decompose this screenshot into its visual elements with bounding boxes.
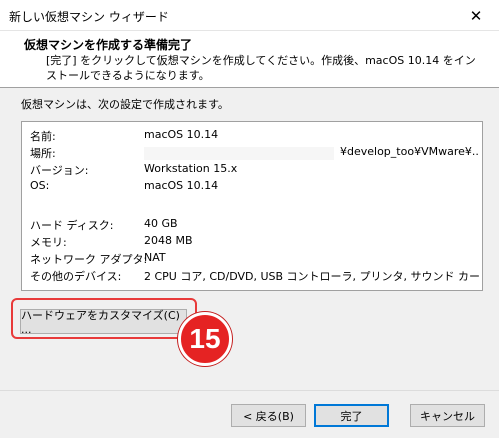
summary-label: 名前:	[30, 130, 56, 143]
finish-button[interactable]: 完了	[314, 404, 389, 427]
summary-row-location: 場所: ¥develop_too¥VMware¥...	[30, 145, 480, 162]
title-bar: 新しい仮想マシン ウィザード ✕	[0, 0, 499, 31]
annotation-step-badge: 15	[178, 312, 232, 366]
summary-value: NAT	[144, 251, 166, 264]
summary-intro: 仮想マシンは、次の設定で作成されます。	[21, 98, 229, 111]
summary-label: ハード ディスク:	[30, 219, 114, 232]
summary-row-devices: その他のデバイス: 2 CPU コア, CD/DVD, USB コントローラ, …	[30, 268, 480, 285]
summary-row-os: OS: macOS 10.14	[30, 179, 480, 196]
summary-label: OS:	[30, 179, 50, 192]
summary-label: メモリ:	[30, 236, 67, 249]
summary-value: macOS 10.14	[144, 128, 219, 141]
settings-summary: 名前: macOS 10.14 場所: ¥develop_too¥VMware¥…	[21, 121, 483, 291]
customize-hardware-button[interactable]: ハードウェアをカスタマイズ(C) ...	[20, 309, 187, 336]
window-title: 新しい仮想マシン ウィザード	[9, 10, 169, 24]
summary-row-memory: メモリ: 2048 MB	[30, 234, 480, 251]
redacted-path	[144, 147, 334, 160]
back-button[interactable]: < 戻る(B)	[231, 404, 306, 427]
cancel-button[interactable]: キャンセル	[410, 404, 485, 427]
summary-label: 場所:	[30, 147, 56, 160]
summary-value: Workstation 15.x	[144, 162, 238, 175]
summary-value: ¥develop_too¥VMware¥...	[340, 145, 480, 158]
footer-divider	[0, 390, 499, 391]
page-description: [完了] をクリックして仮想マシンを作成してください。作成後、macOS 10.…	[46, 54, 476, 82]
summary-label: ネットワーク アダプタ:	[30, 253, 148, 266]
summary-value: 40 GB	[144, 217, 178, 230]
wizard-header: 仮想マシンを作成する準備完了 [完了] をクリックして仮想マシンを作成してくださ…	[0, 31, 499, 88]
close-icon[interactable]: ✕	[453, 0, 499, 31]
summary-row-disk: ハード ディスク: 40 GB	[30, 217, 480, 234]
summary-row-version: バージョン: Workstation 15.x	[30, 162, 480, 179]
summary-value: macOS 10.14	[144, 179, 219, 192]
summary-row-name: 名前: macOS 10.14	[30, 128, 480, 145]
summary-row-network: ネットワーク アダプタ: NAT	[30, 251, 480, 268]
summary-value: 2 CPU コア, CD/DVD, USB コントローラ, プリンタ, サウンド…	[144, 270, 480, 283]
summary-label: バージョン:	[30, 164, 89, 177]
summary-value: 2048 MB	[144, 234, 193, 247]
summary-label: その他のデバイス:	[30, 270, 122, 283]
page-title: 仮想マシンを作成する準備完了	[24, 38, 193, 52]
